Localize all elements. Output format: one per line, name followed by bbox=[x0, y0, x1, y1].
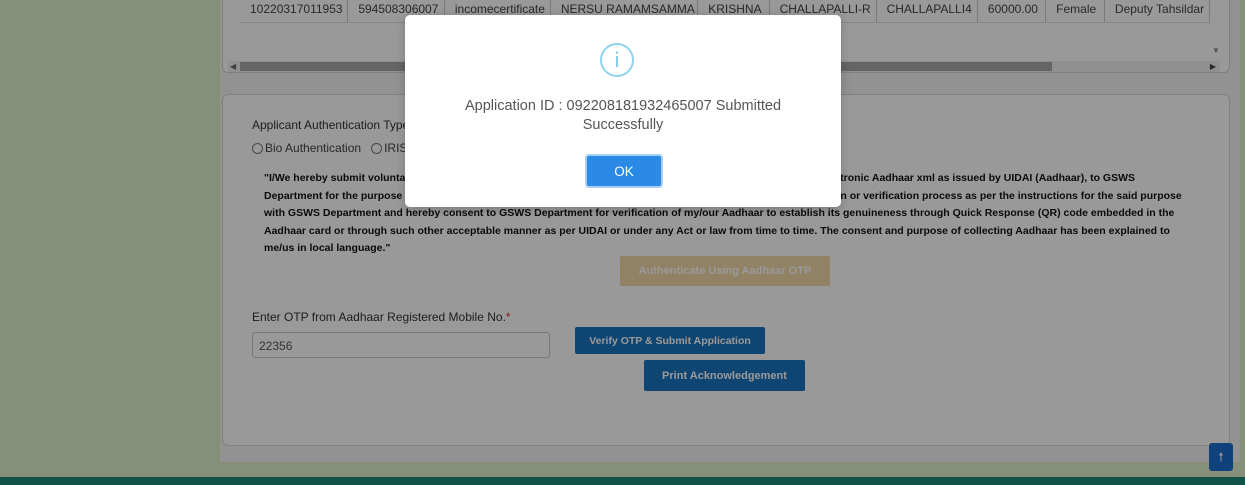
success-dialog: i Application ID : 092208181932465007 Su… bbox=[405, 15, 841, 207]
ok-button[interactable]: OK bbox=[585, 154, 663, 188]
dialog-message: Application ID : 092208181932465007 Subm… bbox=[464, 98, 782, 133]
info-icon: i bbox=[600, 43, 634, 77]
